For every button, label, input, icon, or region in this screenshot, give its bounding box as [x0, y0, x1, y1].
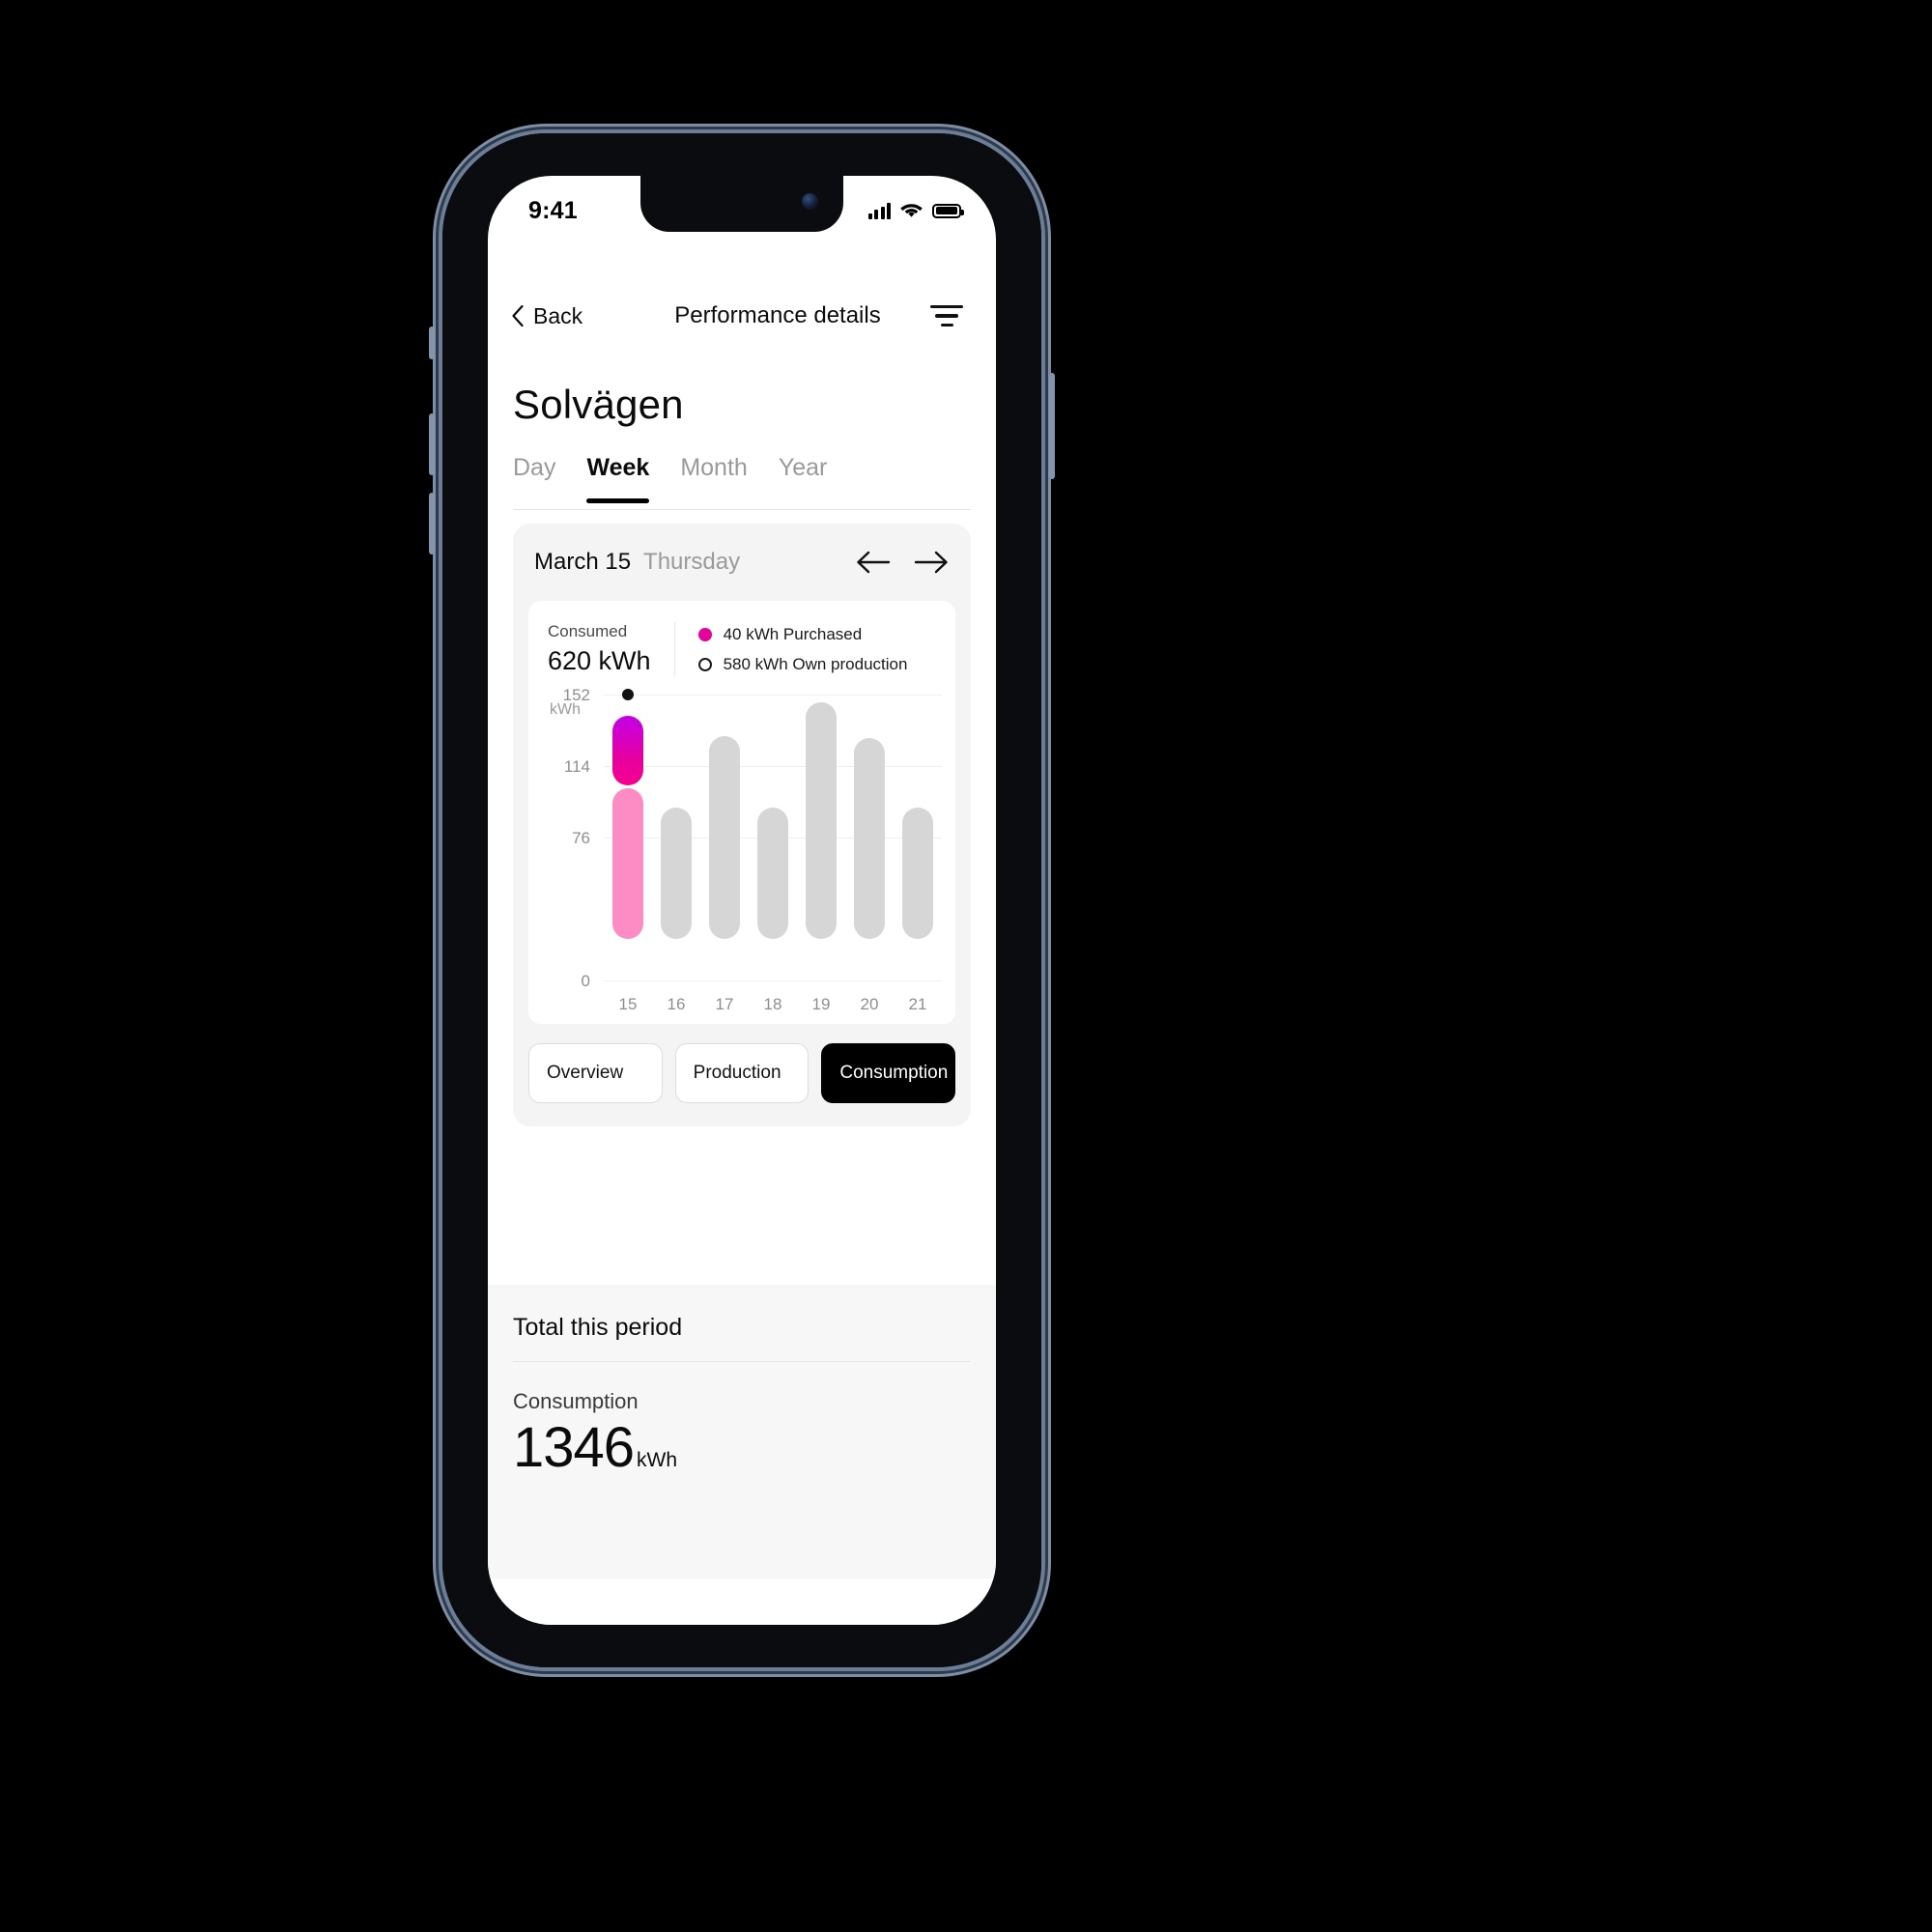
consumed-label: Consumed	[548, 622, 628, 640]
bar-segment-inactive	[709, 735, 740, 939]
plot-area	[604, 688, 942, 981]
front-camera-icon	[802, 193, 818, 210]
total-value: 1346	[513, 1416, 635, 1479]
summary-row: Consumed 620 kWh 40 kWh Purchased 580 kW…	[528, 601, 955, 696]
chart-bar[interactable]	[709, 653, 740, 939]
chart-panel: March 15 Thursday Consumed 620 kWh 40 kW…	[513, 524, 971, 1126]
tab-week[interactable]: Week	[586, 454, 649, 503]
x-axis-tick-label: 19	[811, 995, 831, 1013]
signal-bars-icon	[867, 202, 891, 219]
bar-chart: kWh 0 76 114 152 15 16 17 18 19 20 21	[528, 686, 955, 1024]
x-axis-tick-label: 20	[860, 995, 879, 1013]
battery-icon	[932, 203, 964, 218]
previous-period-button[interactable]	[855, 549, 892, 576]
bar-segment-inactive	[806, 701, 837, 939]
volume-down-button[interactable]	[429, 493, 435, 554]
mode-button-production[interactable]: Production	[674, 1043, 810, 1103]
tab-month[interactable]: Month	[680, 454, 747, 501]
mode-button-group: Overview Production Consumption	[513, 1024, 971, 1107]
status-icons	[867, 202, 964, 219]
marker-dot	[621, 688, 634, 700]
total-section: Total this period Consumption 1346 kWh	[513, 1314, 971, 1476]
nav-header: Back Performance details	[488, 284, 996, 348]
bar-segment-inactive	[661, 807, 692, 939]
selected-weekday: Thursday	[643, 549, 741, 575]
date-nav-controls	[855, 549, 950, 576]
arrow-right-icon	[914, 551, 948, 574]
bar-segment-inactive	[757, 807, 788, 939]
chart-bar[interactable]	[757, 653, 788, 939]
legend-item-purchased: 40 kWh Purchased	[697, 624, 908, 644]
power-button[interactable]	[1049, 373, 1055, 479]
bar-segment-inactive	[902, 807, 933, 939]
legend-label-purchased: 40 kWh Purchased	[723, 624, 863, 643]
status-time: 9:41	[528, 196, 578, 224]
x-axis-tick-label: 17	[715, 995, 734, 1013]
bar-segment-own-production	[611, 788, 643, 939]
bar-segment-purchased	[611, 716, 643, 786]
total-unit: kWh	[637, 1449, 678, 1471]
y-axis-tick-label: 0	[581, 972, 590, 990]
y-axis-tick-label: 152	[562, 686, 590, 704]
page-title: Solvägen	[513, 382, 684, 427]
y-axis-tick-label: 114	[563, 757, 590, 776]
y-axis-tick-label: 76	[572, 829, 590, 847]
selected-date: March 15	[534, 549, 632, 575]
notch	[640, 176, 843, 232]
mode-button-overview[interactable]: Overview	[528, 1043, 663, 1103]
x-axis-tick-label: 16	[667, 995, 686, 1013]
mode-button-consumption[interactable]: Consumption	[821, 1043, 956, 1103]
wifi-icon	[900, 204, 923, 217]
period-tabs: Day Week Month Year	[513, 454, 971, 510]
bottom-spacer	[488, 1586, 996, 1625]
bar-segment-inactive	[854, 737, 885, 939]
legend-filled-dot-icon	[697, 627, 712, 641]
arrow-left-icon	[857, 551, 891, 574]
chart-bar[interactable]	[902, 653, 933, 939]
chart-bar[interactable]	[854, 653, 885, 939]
consumed-block: Consumed 620 kWh	[548, 622, 675, 676]
next-period-button[interactable]	[913, 549, 950, 576]
back-label: Back	[533, 302, 583, 328]
x-axis-tick-label: 18	[763, 995, 782, 1013]
date-selector: March 15 Thursday	[513, 524, 971, 601]
chart-bar[interactable]	[661, 653, 692, 939]
chart-card: Consumed 620 kWh 40 kWh Purchased 580 kW…	[528, 601, 955, 1024]
tab-year[interactable]: Year	[779, 454, 828, 501]
filter-icon[interactable]	[924, 294, 969, 338]
chart-bar[interactable]	[806, 653, 837, 939]
phone-frame: 9:41 Back Performance details Solvägen D…	[429, 133, 1055, 1667]
total-heading: Total this period	[513, 1314, 971, 1362]
tab-day[interactable]: Day	[513, 454, 555, 501]
x-axis-tick-label: 21	[908, 995, 927, 1013]
chevron-left-icon	[512, 304, 524, 327]
total-value-row: 1346 kWh	[513, 1420, 971, 1476]
x-axis-tick-label: 15	[618, 995, 638, 1013]
total-metric-label: Consumption	[513, 1389, 639, 1413]
phone-screen: 9:41 Back Performance details Solvägen D…	[488, 176, 996, 1625]
page-header-title: Performance details	[674, 302, 881, 328]
